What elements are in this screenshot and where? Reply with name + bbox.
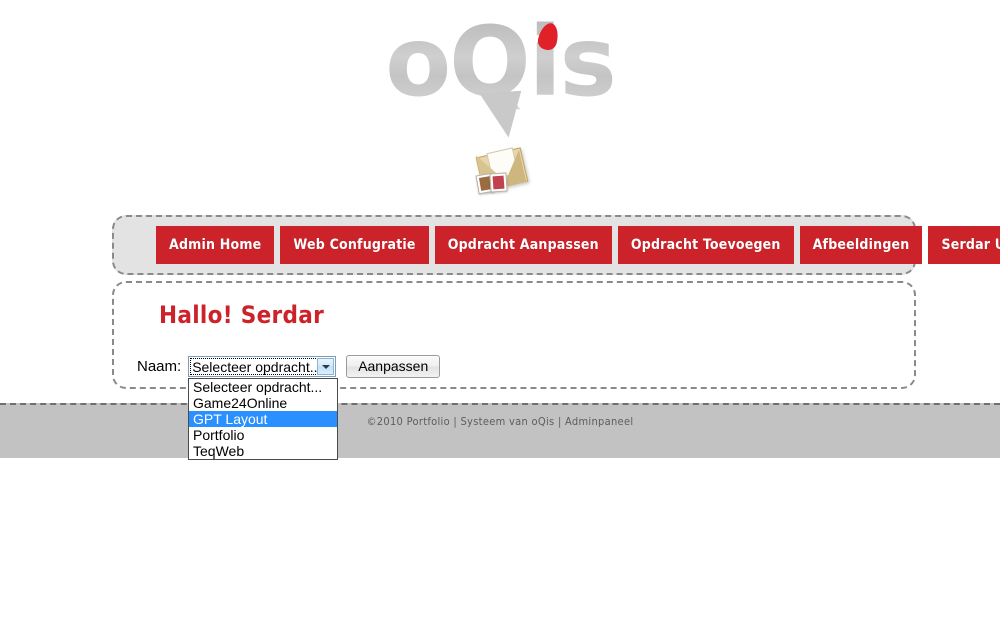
nav-item-opdracht-toevoegen[interactable]: Opdracht Toevoegen — [617, 226, 794, 264]
page-title: Hallo! Serdar — [159, 301, 325, 329]
envelope-with-photos-icon — [471, 147, 529, 196]
chevron-down-icon[interactable] — [317, 358, 335, 375]
dropdown-option-game24online[interactable]: Game24Online — [189, 395, 337, 411]
envelope-icon-wrap — [0, 147, 1000, 208]
site-logo: oQis — [0, 14, 1000, 134]
footer-copyright: ©2010 Portfolio | Systeem van oQis | Adm… — [366, 415, 634, 428]
content-panel: Hallo! Serdar Naam: Selecteer opdracht..… — [112, 281, 916, 389]
opdracht-select-form: Naam: Selecteer opdracht... Aanpassen — [137, 355, 441, 378]
dropdown-option-placeholder[interactable]: Selecteer opdracht... — [189, 379, 337, 395]
opdracht-select-value: Selecteer opdracht... — [192, 358, 322, 375]
page-footer: ©2010 Portfolio | Systeem van oQis | Adm… — [0, 403, 1000, 458]
main-navigation: Admin Home Web Confugratie Opdracht Aanp… — [112, 215, 1000, 275]
name-label: Naam: — [137, 358, 182, 375]
dropdown-option-portfolio[interactable]: Portfolio — [189, 427, 337, 443]
dropdown-option-gpt-layout[interactable]: GPT Layout — [189, 411, 337, 427]
photo-card-2 — [489, 172, 508, 193]
nav-item-admin-home[interactable]: Admin Home — [156, 226, 275, 264]
opdracht-dropdown-list[interactable]: Selecteer opdracht... Game24Online GPT L… — [188, 378, 338, 460]
nav-item-opdracht-aanpassen[interactable]: Opdracht Aanpassen — [434, 226, 612, 264]
nav-item-web-confugratie[interactable]: Web Confugratie — [280, 226, 429, 264]
aanpassen-button[interactable]: Aanpassen — [346, 355, 441, 378]
opdracht-select[interactable]: Selecteer opdracht... — [188, 356, 337, 377]
logo-wordmark: oQis — [385, 14, 615, 110]
nav-item-logout[interactable]: Serdar Uitloggen? — [928, 226, 1000, 264]
nav-item-afbeeldingen[interactable]: Afbeeldingen — [799, 226, 923, 264]
dropdown-option-teqweb[interactable]: TeqWeb — [189, 443, 337, 459]
